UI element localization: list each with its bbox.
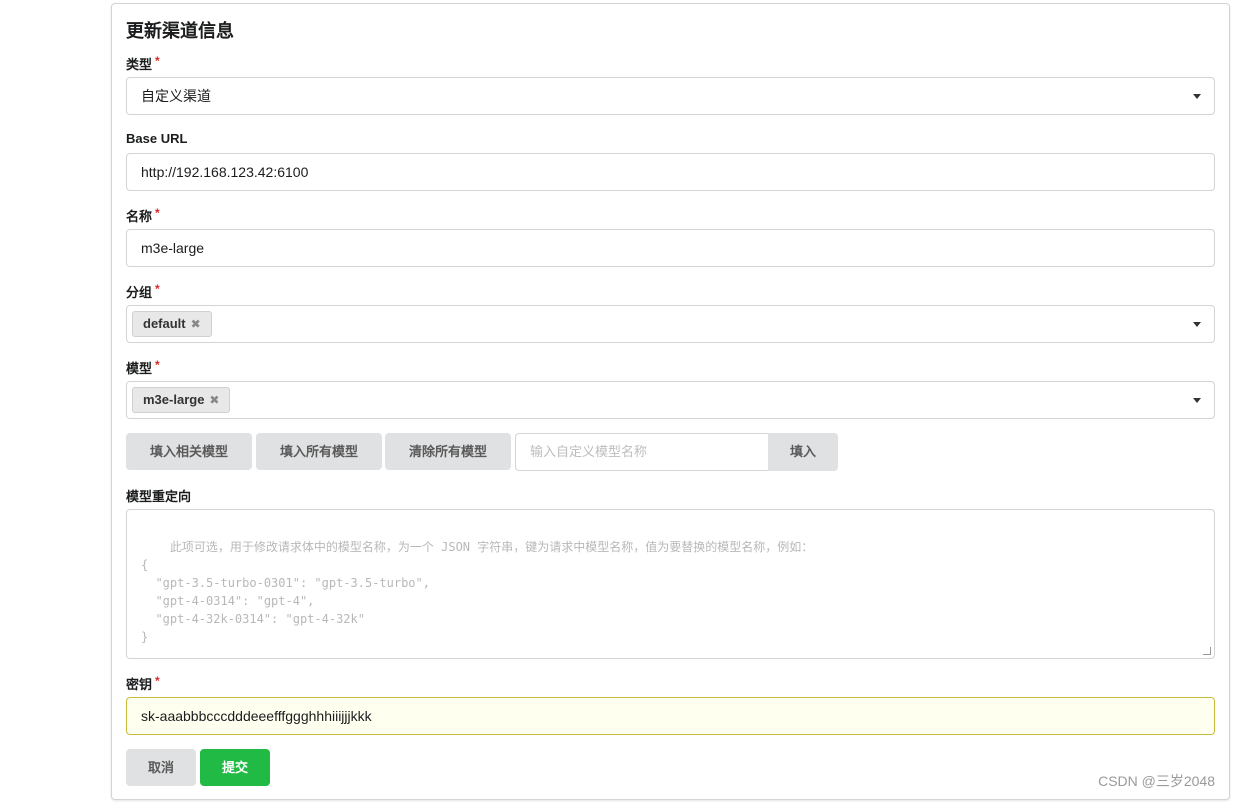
type-value: 自定义渠道: [141, 88, 211, 104]
page-title: 更新渠道信息: [126, 21, 234, 41]
resize-handle-icon[interactable]: [1203, 647, 1211, 655]
key-input[interactable]: sk-aaabbbcccdddeeefffggghhhiiijjjkkk: [126, 697, 1215, 735]
base-url-input[interactable]: http://192.168.123.42:6100: [126, 153, 1215, 191]
clear-all-models-button[interactable]: 清除所有模型: [385, 433, 511, 470]
group-select[interactable]: default ✖: [126, 305, 1215, 343]
models-select[interactable]: m3e-large ✖: [126, 381, 1215, 419]
key-label: 密钥 *: [126, 674, 160, 692]
required-mark: *: [155, 674, 160, 688]
fill-custom-model-button[interactable]: 填入: [768, 433, 838, 471]
key-value: sk-aaabbbcccdddeeefffggghhhiiijjjkkk: [141, 708, 372, 724]
close-icon[interactable]: ✖: [191, 317, 201, 331]
cancel-button[interactable]: 取消: [126, 749, 196, 786]
model-chip: m3e-large ✖: [132, 387, 231, 413]
channel-form-card: 更新渠道信息 类型 * 自定义渠道 Base URL http://192.168…: [111, 3, 1230, 800]
name-label: 名称 *: [126, 206, 160, 224]
fill-all-models-button[interactable]: 填入所有模型: [256, 433, 382, 470]
caret-down-icon: [1193, 94, 1201, 99]
name-value: m3e-large: [141, 240, 205, 256]
group-label: 分组 *: [126, 282, 160, 300]
required-mark: *: [155, 206, 160, 220]
required-mark: *: [155, 282, 160, 296]
base-url-value: http://192.168.123.42:6100: [141, 164, 309, 180]
name-input[interactable]: m3e-large: [126, 229, 1215, 267]
group-chip-label: default: [143, 316, 186, 331]
model-chip-label: m3e-large: [143, 392, 205, 407]
type-label: 类型 *: [126, 54, 160, 72]
close-icon[interactable]: ✖: [209, 393, 219, 407]
base-url-label: Base URL: [126, 131, 188, 146]
model-mapping-textarea[interactable]: 此项可选，用于修改请求体中的模型名称，为一个 JSON 字符串，键为请求中模型名…: [126, 509, 1215, 659]
submit-button[interactable]: 提交: [200, 749, 270, 786]
type-select[interactable]: 自定义渠道: [126, 77, 1215, 115]
models-label: 模型 *: [126, 358, 160, 376]
model-mapping-label: 模型重定向: [126, 489, 192, 504]
required-mark: *: [155, 358, 160, 372]
group-chip: default ✖: [132, 311, 212, 337]
model-mapping-placeholder: 此项可选，用于修改请求体中的模型名称，为一个 JSON 字符串，键为请求中模型名…: [141, 540, 814, 644]
custom-model-group: 输入自定义模型名称 填入: [515, 433, 838, 471]
watermark: CSDN @三岁2048: [1098, 773, 1215, 789]
required-mark: *: [155, 54, 160, 68]
fill-related-models-button[interactable]: 填入相关模型: [126, 433, 252, 470]
caret-down-icon: [1193, 398, 1201, 403]
custom-model-input[interactable]: 输入自定义模型名称: [515, 433, 769, 471]
caret-down-icon: [1193, 322, 1201, 327]
